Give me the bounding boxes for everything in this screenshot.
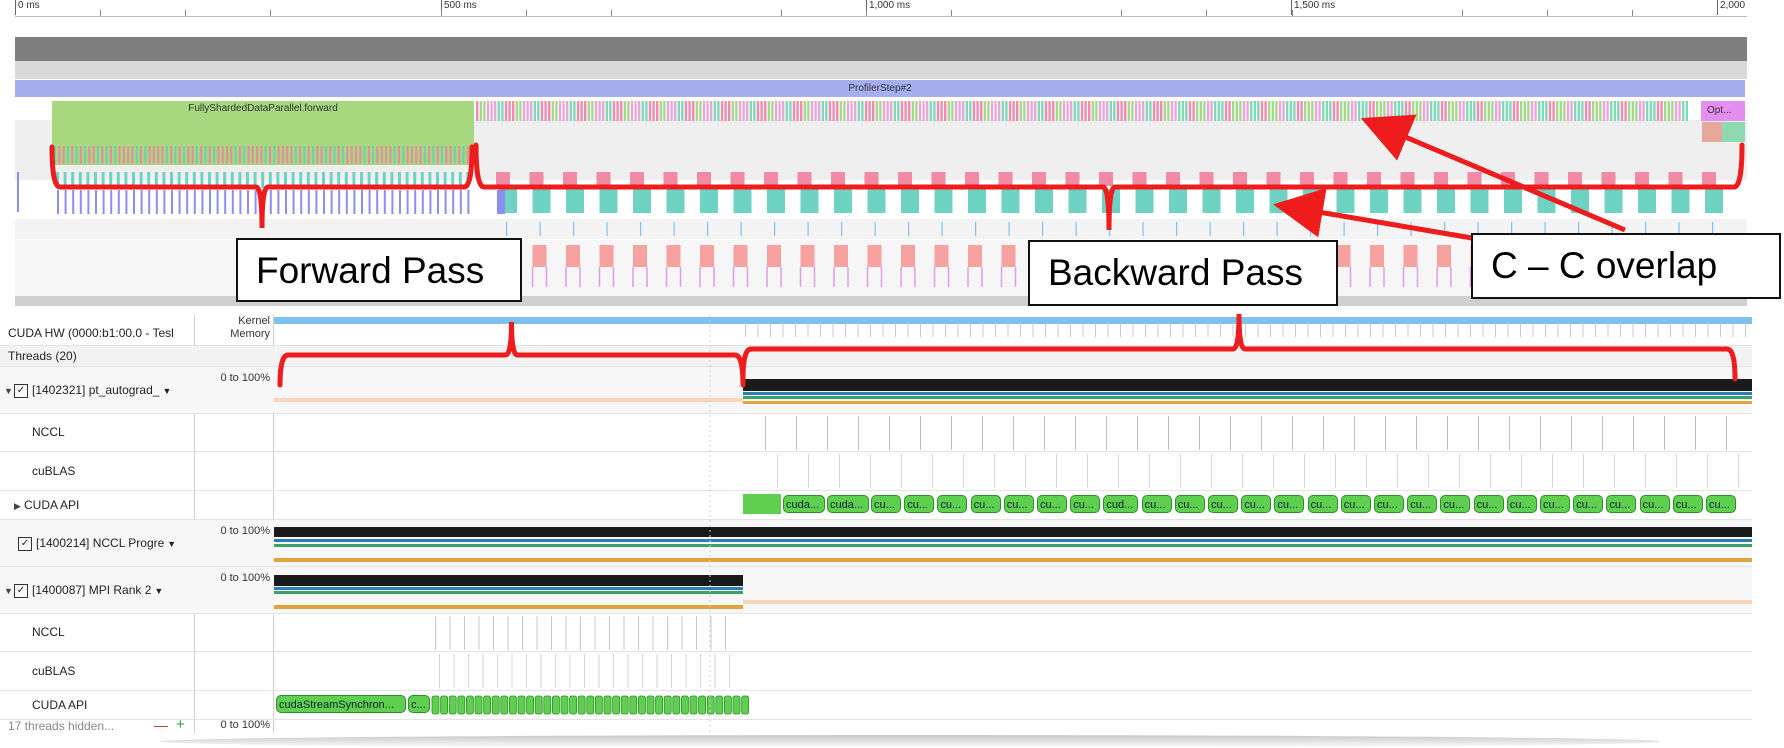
brace: [277, 321, 746, 388]
overlap-arrow: [1360, 114, 1626, 233]
brace: [49, 144, 475, 229]
annotation-overlay: [49, 114, 1745, 388]
brace: [473, 142, 1745, 231]
forward-pass-callout: Forward Pass: [236, 238, 522, 302]
brace: [740, 313, 1738, 382]
backward-pass-callout: Backward Pass: [1028, 240, 1338, 306]
cc-overlap-callout: C – C overlap: [1471, 233, 1781, 299]
overlap-arrow: [1273, 188, 1473, 241]
page-shadow: [160, 735, 1660, 748]
